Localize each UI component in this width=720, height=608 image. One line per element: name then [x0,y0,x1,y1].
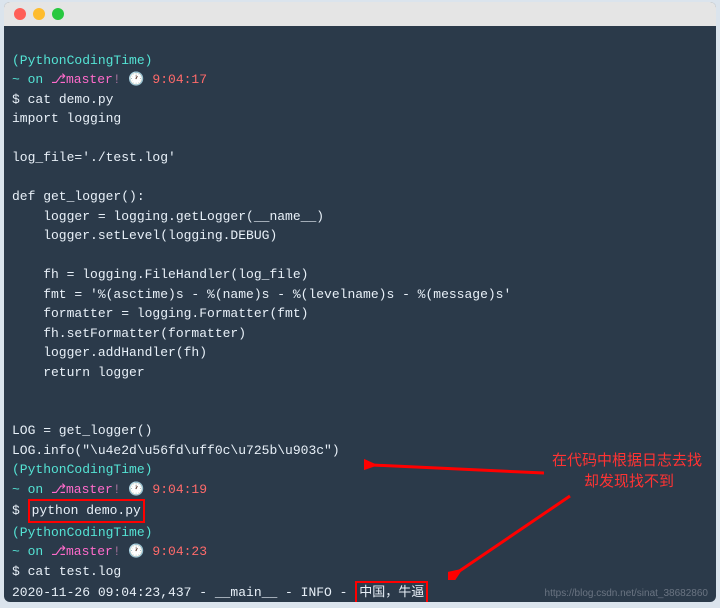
arrow-to-log [448,490,578,580]
branch-prefix-2: ~ on [12,482,51,497]
branch-prefix-3: ~ on [12,544,51,559]
cmd-python-demo: python demo.py [32,503,141,518]
branch-name-2: master [66,482,113,497]
branch-icon-3: ⎇ [51,544,66,559]
branch-icon: ⎇ [51,72,66,87]
code-l11: formatter = logging.Formatter(fmt) [12,306,308,321]
code-l10: fmt = '%(asctime)s - %(name)s - %(leveln… [12,287,511,302]
bang-3: ! [113,544,129,559]
code-l7: logger.setLevel(logging.DEBUG) [12,228,277,243]
code-l1: import logging [12,111,121,126]
code-l14: return logger [12,365,145,380]
code-l13: logger.addHandler(fh) [12,345,207,360]
annotation-line-2: 却发现找不到 [552,471,702,492]
branch-prefix: ~ on [12,72,51,87]
cmd-cat-demo: cat demo.py [28,92,114,107]
code-l9: fh = logging.FileHandler(log_file) [12,267,308,282]
time-1: 9:04:17 [152,72,207,87]
arrow-to-code [364,457,549,483]
terminal-body[interactable]: (PythonCodingTime) ~ on ⎇master! 🕐 9:04:… [4,26,716,602]
clock-icon-3: 🕐 [128,544,144,559]
cmd-cat-log: cat test.log [28,564,122,579]
highlight-log-cn: 中国，牛逼 [355,581,428,602]
clock-icon-2: 🕐 [128,482,144,497]
log-prefix: 2020-11-26 09:04:23,437 - __main__ - INF… [12,585,355,600]
code-l5: def get_logger(): [12,189,145,204]
dollar-3: $ [12,564,28,579]
bang: ! [113,72,129,87]
env-label: (PythonCodingTime) [12,53,152,68]
minimize-icon[interactable] [33,8,45,20]
env-label-2: (PythonCodingTime) [12,462,152,477]
annotation-line-1: 在代码中根据日志去找 [552,450,702,471]
code-l18: LOG.info("\u4e2d\u56fd\uff0c\u725b\u903c… [12,443,340,458]
code-l17: LOG = get_logger() [12,423,152,438]
log-cn: 中国，牛逼 [359,585,424,600]
close-icon[interactable] [14,8,26,20]
titlebar [4,2,716,26]
clock-icon: 🕐 [128,72,144,87]
dollar-2: $ [12,503,28,518]
code-l6: logger = logging.getLogger(__name__) [12,209,324,224]
env-label-3: (PythonCodingTime) [12,525,152,540]
annotation-text: 在代码中根据日志去找 却发现找不到 [552,450,702,492]
time-3: 9:04:23 [152,544,207,559]
branch-name: master [66,72,113,87]
maximize-icon[interactable] [52,8,64,20]
code-l12: fh.setFormatter(formatter) [12,326,246,341]
highlight-python-cmd: python demo.py [28,499,145,523]
bang-2: ! [113,482,129,497]
branch-icon-2: ⎇ [51,482,66,497]
dollar: $ [12,92,28,107]
watermark: https://blog.csdn.net/sinat_38682860 [545,588,708,599]
branch-name-3: master [66,544,113,559]
code-l3: log_file='./test.log' [12,150,176,165]
terminal-window: (PythonCodingTime) ~ on ⎇master! 🕐 9:04:… [4,2,716,602]
time-2: 9:04:19 [152,482,207,497]
